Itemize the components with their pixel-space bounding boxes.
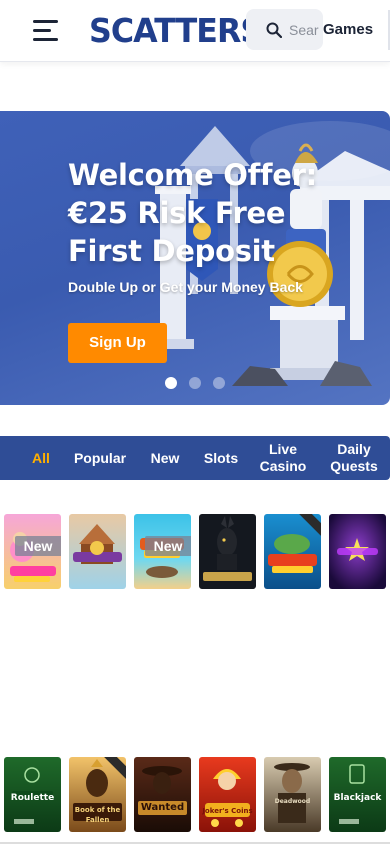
deadwood-thumbnail [264, 757, 321, 832]
carousel-dot-3[interactable] [213, 377, 225, 389]
new-badge: New [145, 536, 191, 556]
tab-popular[interactable]: Popular [68, 436, 132, 480]
category-tabs: All Popular New Slots Live Casino Daily … [0, 436, 390, 480]
game-tile-big-bass-splash[interactable] [264, 514, 321, 589]
search-input[interactable] [289, 20, 319, 40]
search-icon [266, 22, 282, 38]
game-title: Joker's Coins [202, 807, 253, 815]
games-link[interactable]: Games [323, 21, 373, 38]
game-tile-jokers-coins[interactable]: Joker's Coins [199, 757, 256, 832]
sign-up-button[interactable]: Sign Up [68, 323, 167, 363]
hero-subtitle: Double Up or Get your Money Back [68, 279, 303, 295]
hero-title-line: First Deposit [68, 234, 275, 268]
game-tile-starburst[interactable] [329, 514, 386, 589]
hero-title-line: €25 Risk Free [68, 196, 286, 230]
tab-all[interactable]: All [24, 436, 58, 480]
game-tile-big-bass-float[interactable]: New [134, 514, 191, 589]
scatters-logo[interactable]: SCATTERS [89, 11, 263, 50]
game-tile-roulette[interactable]: Roulette [4, 757, 61, 832]
anubis-thumbnail [199, 514, 256, 589]
game-title: Roulette [10, 793, 55, 803]
wanted-thumbnail [134, 757, 191, 832]
new-badge: New [15, 536, 61, 556]
game-tile-anubis[interactable] [199, 514, 256, 589]
tab-new[interactable]: New [143, 436, 187, 480]
tab-daily-quests[interactable]: Daily Quests [322, 436, 386, 480]
game-title: Deadwood [274, 798, 311, 805]
game-title: Blackjack [333, 793, 382, 803]
jokers-coins-thumbnail [199, 757, 256, 832]
game-tile-temple-fortune[interactable] [69, 514, 126, 589]
top-header: SCATTERS Games [0, 0, 390, 62]
carousel-dot-1[interactable] [165, 377, 177, 389]
game-tile-book-of-the-fallen[interactable]: Book of the Fallen [69, 757, 126, 832]
game-tile-wanted[interactable]: Wanted [134, 757, 191, 832]
game-tile-blackjack[interactable]: Blackjack [329, 757, 386, 832]
hero-title: Welcome Offer: €25 Risk Free First Depos… [68, 156, 358, 270]
hero-title-line: Welcome Offer: [68, 158, 317, 192]
starburst-thumbnail [329, 514, 386, 589]
tab-live-casino[interactable]: Live Casino [255, 436, 311, 480]
game-tile-deadwood[interactable]: Deadwood [264, 757, 321, 832]
tab-slots[interactable]: Slots [197, 436, 245, 480]
game-tile-sugar-rush[interactable]: New [4, 514, 61, 589]
temple-fortune-thumbnail [69, 514, 126, 589]
carousel-dot-2[interactable] [189, 377, 201, 389]
game-title: Book of the Fallen [74, 806, 121, 824]
game-title: Wanted [140, 802, 185, 813]
hamburger-menu-icon[interactable] [33, 18, 58, 42]
welcome-offer-banner[interactable]: Welcome Offer: €25 Risk Free First Depos… [0, 111, 390, 405]
search-box[interactable] [246, 9, 323, 50]
